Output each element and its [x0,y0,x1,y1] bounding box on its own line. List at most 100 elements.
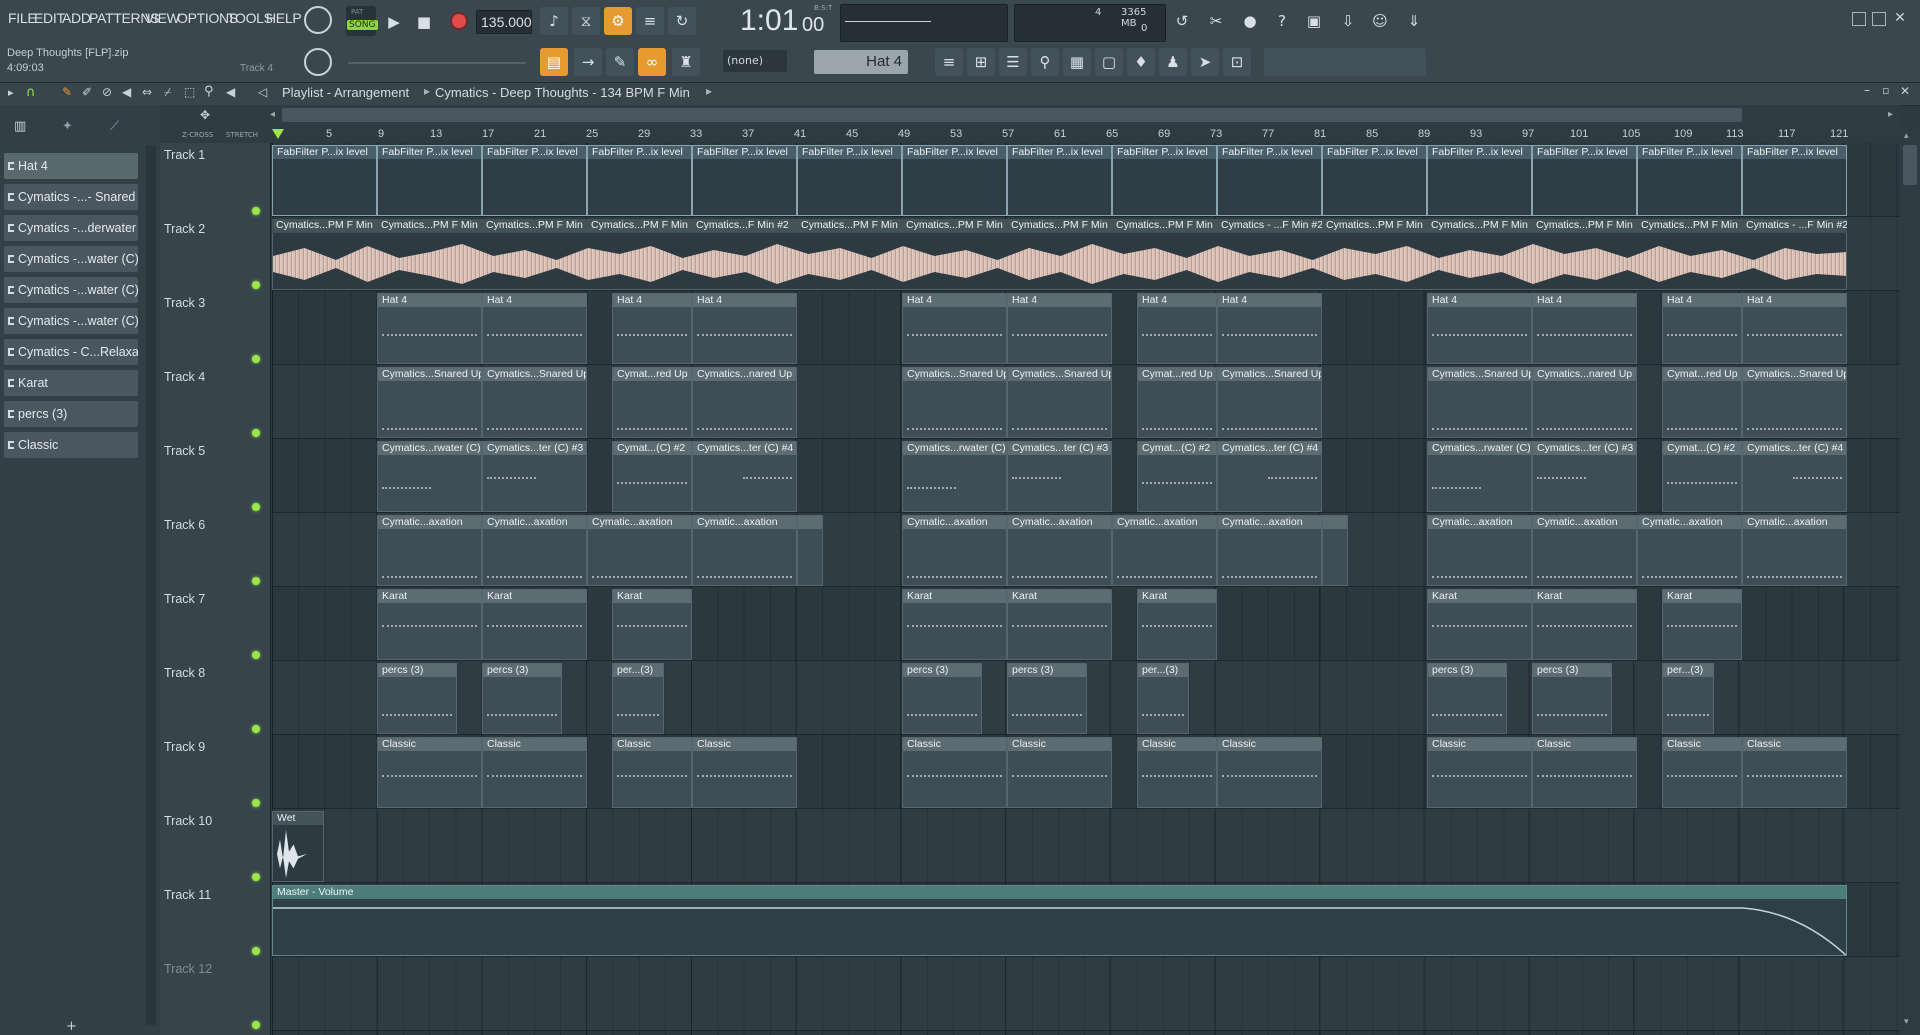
track-led[interactable] [252,429,260,437]
browser-icon[interactable]: ▦ [1063,48,1091,76]
automation-clip[interactable]: FabFilter P...ix level [692,145,797,216]
track-led[interactable] [252,503,260,511]
plugin-picker-icon[interactable]: ⚲ [1031,48,1059,76]
project-info-icon[interactable]: ▢ [1095,48,1123,76]
playback-tool-icon[interactable]: ◀ [226,85,235,99]
step-edit-icon[interactable]: ⚙ [604,7,632,35]
pattern-clip[interactable]: per...(3) [612,663,664,734]
pattern-clip[interactable]: Cymatic...axation [1112,515,1217,586]
picker-scrollbar[interactable] [146,145,156,1025]
pattern-clip[interactable]: Cymatic...axation [587,515,692,586]
pattern-clip[interactable]: Cymatics...ter (C) #4 [1742,441,1847,512]
automation-clip[interactable]: FabFilter P...ix level [902,145,1007,216]
help-icon[interactable]: ? [1268,7,1296,35]
pattern-clip[interactable]: Classic [377,737,482,808]
download-icon[interactable]: ⇓ [1400,7,1428,35]
pat-song-switch[interactable]: PAT SONG [346,6,378,36]
automation-icon[interactable]: ⟋ [110,119,119,134]
audio-clip[interactable]: Cymatics...PM F Min [797,219,902,233]
pattern-clip[interactable]: Cymatics...Snared Up [377,367,482,438]
mixer-icon[interactable]: ≡ [935,48,963,76]
track-led[interactable] [252,799,260,807]
metronome-icon[interactable]: ♪ [540,7,568,35]
menu-file[interactable]: FILE [8,10,37,26]
render-icon[interactable]: ⇩ [1334,7,1362,35]
picker-item[interactable]: Cymatics - C...Relaxation [4,339,138,365]
track-led[interactable] [252,577,260,585]
pattern-clip[interactable]: Cymatics...ter (C) #4 [1217,441,1322,512]
automation-clip[interactable]: FabFilter P...ix level [272,145,377,216]
pattern-clip[interactable]: Cymatics...Snared Up [1007,367,1112,438]
menu-edit[interactable]: EDIT [34,10,65,26]
picker-item[interactable]: Classic [4,432,138,458]
track-name[interactable]: Track 2 [164,222,205,236]
pattern-clip[interactable]: Karat [1137,589,1217,660]
pattern-clip[interactable]: Cymatics...ter (C) #3 [1007,441,1112,512]
automation-clip[interactable]: FabFilter P...ix level [1322,145,1427,216]
pattern-clip[interactable]: Cymatics...Snared Up [902,367,1007,438]
timeline-overview[interactable]: ◂ ▸ [270,105,1900,127]
pattern-clip[interactable]: percs (3) [1427,663,1507,734]
picker-item[interactable]: Cymatics -...derwater (C) [4,215,138,241]
chat-icon[interactable]: ☺ [1366,7,1394,35]
audio-clip[interactable]: Cymatics...PM F Min [1532,219,1637,233]
automation-clip[interactable]: FabFilter P...ix level [1007,145,1112,216]
track-name[interactable]: Track 1 [164,148,205,162]
shop-icon[interactable]: ⊡ [1223,48,1251,76]
automation-clip[interactable]: FabFilter P...ix level [1112,145,1217,216]
pattern-clip[interactable]: Cymatics...rwater (C) [902,441,1007,512]
touch-controller-icon[interactable]: ➤ [1191,48,1219,76]
track-name[interactable]: Track 6 [164,518,205,532]
audio-clip[interactable]: Cymatics...PM F Min [587,219,692,233]
play-icon[interactable]: ▶ [380,8,408,36]
automation-clip[interactable]: FabFilter P...ix level [1742,145,1847,216]
pattern-clip-stub[interactable] [797,515,823,586]
track-name[interactable]: Track 8 [164,666,205,680]
audio-clip[interactable]: Cymatics...PM F Min [902,219,1007,233]
pattern-clip[interactable]: Karat [377,589,482,660]
pattern-clip[interactable]: Classic [902,737,1007,808]
playlist-close-icon[interactable]: ✕ [1900,84,1910,98]
pattern-clip[interactable]: Classic [1662,737,1742,808]
slip-tool-icon[interactable]: ⇔ [142,85,152,99]
pattern-clip[interactable]: Cymatic...axation [1742,515,1847,586]
audio-clip[interactable]: Cymatics...PM F Min [1112,219,1217,233]
pattern-clip[interactable]: Classic [1137,737,1217,808]
stretch-label[interactable]: STRETCH [226,131,258,139]
mute-tool-icon[interactable]: ◀ [122,85,131,99]
track-led[interactable] [252,873,260,881]
track-name[interactable]: Track 3 [164,296,205,310]
pattern-clip[interactable]: Cymatics...rwater (C) [377,441,482,512]
breadcrumb-arrow-icon[interactable]: ▸ [706,84,712,98]
paint-tool-icon[interactable]: ✐ [82,85,92,99]
stop-icon[interactable]: ■ [410,8,438,36]
pattern-clip[interactable]: percs (3) [1007,663,1087,734]
pattern-clip[interactable]: Hat 4 [692,293,797,364]
audio-clip[interactable]: Cymatics...PM F Min [482,219,587,233]
audio-wave-icon[interactable]: ✦ [62,119,73,134]
master-pitch-knob[interactable] [304,48,332,76]
pattern-clip[interactable]: Hat 4 [482,293,587,364]
pattern-clip[interactable]: Karat [902,589,1007,660]
automation-clip[interactable]: FabFilter P...ix level [482,145,587,216]
picker-item[interactable]: Cymatics -...water (C) #2 [4,308,138,334]
pattern-clip[interactable]: Cymat...(C) #2 [612,441,692,512]
pattern-clip[interactable]: Cymatic...axation [692,515,797,586]
picker-item[interactable]: percs (3) [4,401,138,427]
piano-icon[interactable]: ▥ [14,119,26,134]
track-name[interactable]: Track 11 [164,888,211,902]
pattern-clip[interactable]: Cymatics...nared Up [692,367,797,438]
scroll-left-icon[interactable]: ◂ [270,109,278,121]
zcross-label[interactable]: Z-CROSS [182,131,213,139]
automation-clip[interactable]: FabFilter P...ix level [1427,145,1532,216]
pattern-clip[interactable]: Hat 4 [1137,293,1217,364]
master-volume-knob[interactable] [304,6,332,34]
pattern-clip[interactable]: Cymat...(C) #2 [1137,441,1217,512]
pattern-clip[interactable]: Cymatic...axation [482,515,587,586]
pattern-clip[interactable]: Cymatics...rwater (C) [1427,441,1532,512]
picker-item[interactable]: Karat [4,370,138,396]
save-icon[interactable]: ▣ [1300,7,1328,35]
track-led[interactable] [252,207,260,215]
automation-clip[interactable]: FabFilter P...ix level [1637,145,1742,216]
pattern-clip[interactable]: Cymatic...axation [1637,515,1742,586]
